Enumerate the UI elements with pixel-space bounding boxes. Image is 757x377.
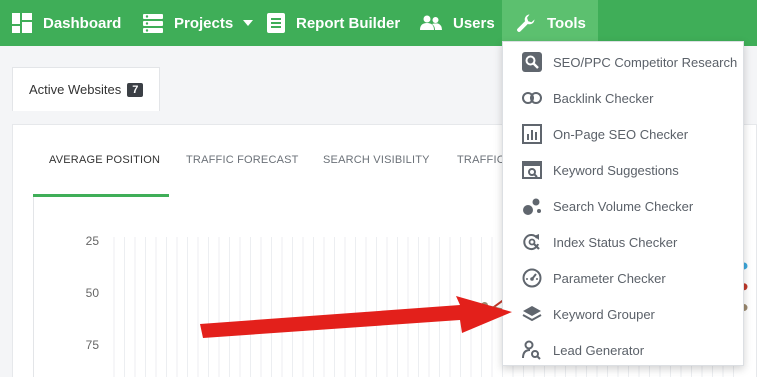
active-websites-label: Active Websites: [29, 82, 122, 97]
dashboard-grid-icon: [12, 13, 32, 33]
active-websites-count-badge: 7: [127, 82, 144, 97]
users-icon: [420, 15, 442, 30]
chevron-down-icon: [243, 20, 254, 26]
gauge-icon: [521, 267, 543, 289]
nav-users[interactable]: Users: [420, 0, 495, 46]
series-point: [481, 301, 489, 309]
magnifier-box-icon: [521, 51, 543, 73]
y-tick-label: 25: [86, 234, 100, 248]
y-tick-label: 75: [86, 338, 100, 352]
menu-item-label: Parameter Checker: [553, 270, 666, 286]
menu-item-label: Backlink Checker: [553, 90, 654, 106]
nav-users-label: Users: [453, 14, 495, 32]
nav-dashboard[interactable]: Dashboard: [12, 0, 121, 46]
keyword-search-icon: [521, 159, 543, 181]
series-point: [481, 310, 489, 318]
menu-item-seo-ppc-competitor-research[interactable]: SEO/PPC Competitor Research: [503, 44, 743, 80]
layers-icon: [521, 303, 543, 325]
menu-item-backlink-checker[interactable]: Backlink Checker: [503, 80, 743, 116]
bar-chart-icon: [521, 123, 543, 145]
nav-report-builder-label: Report Builder: [296, 14, 401, 32]
server-stack-icon: [143, 14, 163, 33]
menu-item-label: Keyword Suggestions: [553, 162, 679, 178]
menu-item-keyword-grouper[interactable]: Keyword Grouper: [503, 296, 743, 332]
bubbles-icon: [521, 195, 543, 217]
menu-item-label: Lead Generator: [553, 342, 645, 358]
nav-report-builder[interactable]: Report Builder: [267, 0, 400, 46]
menu-item-on-page-seo-checker[interactable]: On-Page SEO Checker: [503, 116, 743, 152]
menu-item-label: Keyword Grouper: [553, 306, 655, 322]
nav-projects[interactable]: Projects: [143, 0, 254, 46]
menu-item-keyword-suggestions[interactable]: Keyword Suggestions: [503, 152, 743, 188]
report-document-icon: [267, 13, 285, 33]
user-search-icon: [521, 339, 543, 361]
menu-item-label: Search Volume Checker: [553, 198, 694, 214]
menu-item-label: On-Page SEO Checker: [553, 126, 689, 142]
menu-item-search-volume-checker[interactable]: Search Volume Checker: [503, 188, 743, 224]
nav-dashboard-label: Dashboard: [43, 14, 122, 32]
active-websites-tab[interactable]: Active Websites 7: [12, 67, 160, 111]
y-tick-label: 50: [86, 286, 100, 300]
nav-tools[interactable]: Tools: [502, 0, 598, 46]
nav-projects-label: Projects: [174, 14, 234, 32]
tools-dropdown-menu: SEO/PPC Competitor Research Backlink Che…: [502, 41, 744, 366]
link-icon: [521, 87, 543, 109]
refresh-search-icon: [521, 231, 543, 253]
tab-traffic[interactable]: TRAFFIC: [457, 154, 505, 166]
tab-traffic-forecast[interactable]: TRAFFIC FORECAST: [186, 154, 299, 166]
menu-item-index-status-checker[interactable]: Index Status Checker: [503, 224, 743, 260]
tab-average-position[interactable]: AVERAGE POSITION: [49, 154, 160, 166]
menu-item-label: Index Status Checker: [553, 234, 678, 250]
wrench-icon: [517, 14, 535, 32]
tab-search-visibility[interactable]: SEARCH VISIBILITY: [323, 154, 430, 166]
menu-item-lead-generator[interactable]: Lead Generator: [503, 332, 743, 368]
top-nav-bar: Dashboard Projects Report Builder Users …: [0, 0, 757, 46]
nav-tools-label: Tools: [547, 14, 586, 32]
menu-item-parameter-checker[interactable]: Parameter Checker: [503, 260, 743, 296]
menu-item-label: SEO/PPC Competitor Research: [553, 54, 738, 70]
